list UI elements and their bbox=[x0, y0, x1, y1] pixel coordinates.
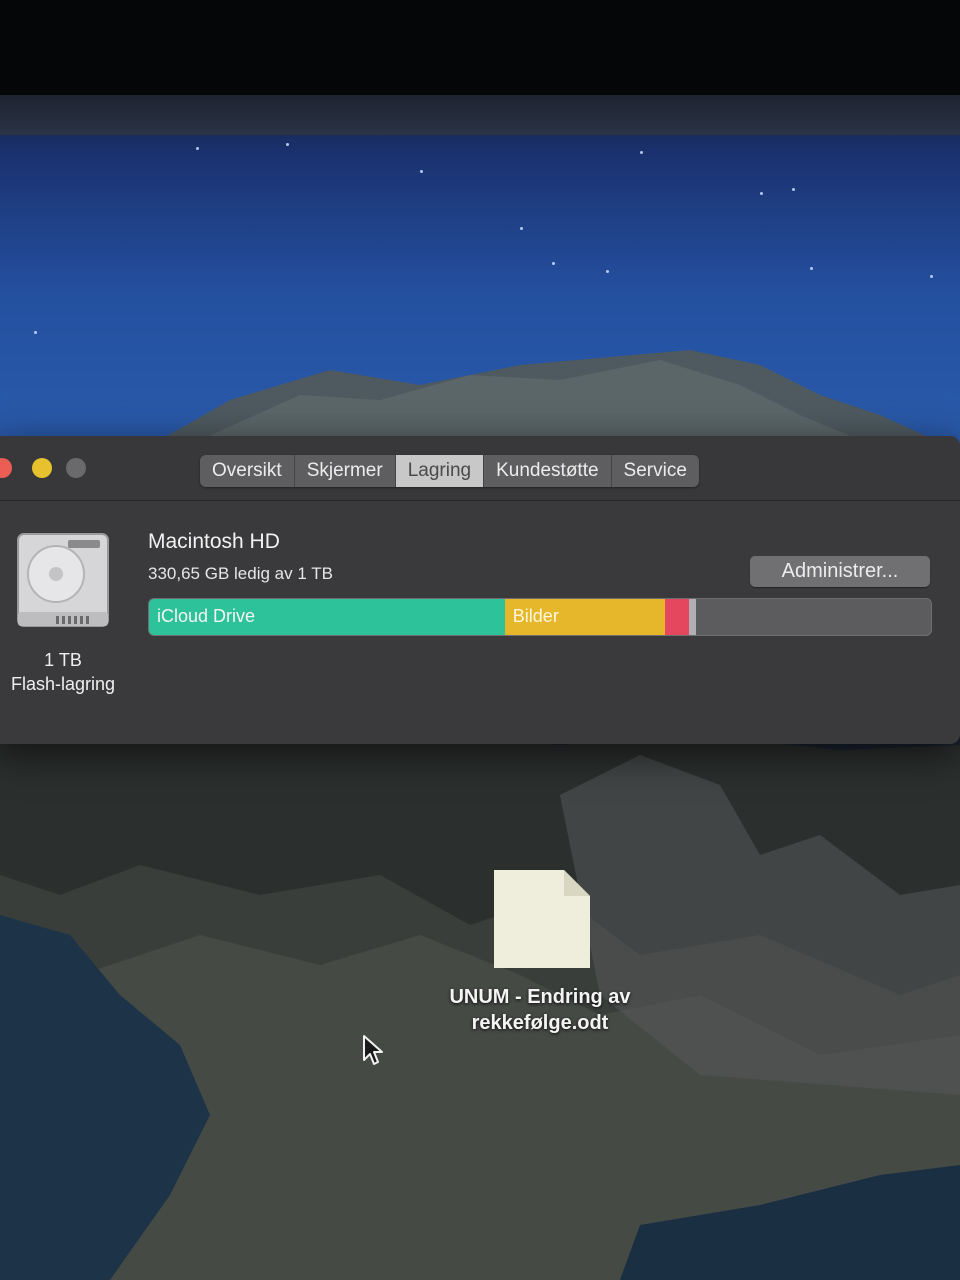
tab-oversikt[interactable]: Oversikt bbox=[200, 455, 295, 487]
zoom-window-button[interactable] bbox=[66, 458, 86, 478]
tab-bar: Oversikt Skjermer Lagring Kundestøtte Se… bbox=[200, 455, 699, 487]
document-file-icon[interactable] bbox=[492, 868, 592, 970]
storage-segment-photos[interactable]: Bilder bbox=[504, 599, 666, 635]
file-name-line-1: UNUM - Endring av bbox=[449, 986, 631, 1008]
storage-usage-bar[interactable]: iCloud Drive Bilder bbox=[148, 598, 932, 636]
disk-capacity: 1 TB bbox=[44, 650, 82, 670]
window-titlebar: Oversikt Skjermer Lagring Kundestøtte Se… bbox=[0, 436, 960, 501]
disk-type: Flash-lagring bbox=[10, 674, 116, 694]
file-name-line-2: rekkefølge.odt bbox=[471, 1012, 609, 1034]
desktop-file-label[interactable]: UNUM - Endring av rekkefølge.odt bbox=[420, 984, 660, 1036]
storage-segment-icloud[interactable]: iCloud Drive bbox=[149, 599, 505, 635]
storage-panel: 1 TB Flash-lagring Macintosh HD 330,65 G… bbox=[0, 500, 960, 744]
segment-label-photos: Bilder bbox=[512, 606, 559, 626]
pointer-arrow-icon bbox=[363, 1035, 383, 1065]
disk-caption: 1 TB Flash-lagring bbox=[0, 648, 128, 696]
tab-lagring[interactable]: Lagring bbox=[395, 455, 485, 487]
manage-button[interactable]: Administrer... bbox=[750, 556, 930, 587]
minimize-window-button[interactable] bbox=[32, 458, 52, 478]
tab-kundestotte[interactable]: Kundestøtte bbox=[484, 455, 612, 487]
hard-drive-icon bbox=[17, 533, 109, 627]
segment-label-icloud: iCloud Drive bbox=[157, 606, 256, 626]
storage-segment-system[interactable] bbox=[688, 599, 697, 635]
tab-service[interactable]: Service bbox=[612, 455, 699, 487]
storage-segment-other[interactable] bbox=[665, 599, 689, 635]
close-window-button[interactable] bbox=[0, 458, 12, 478]
disk-name: Macintosh HD bbox=[148, 530, 280, 553]
tab-skjermer[interactable]: Skjermer bbox=[295, 455, 396, 487]
disk-free-space: 330,65 GB ledig av 1 TB bbox=[148, 564, 333, 583]
about-this-mac-window: Oversikt Skjermer Lagring Kundestøtte Se… bbox=[0, 436, 960, 744]
